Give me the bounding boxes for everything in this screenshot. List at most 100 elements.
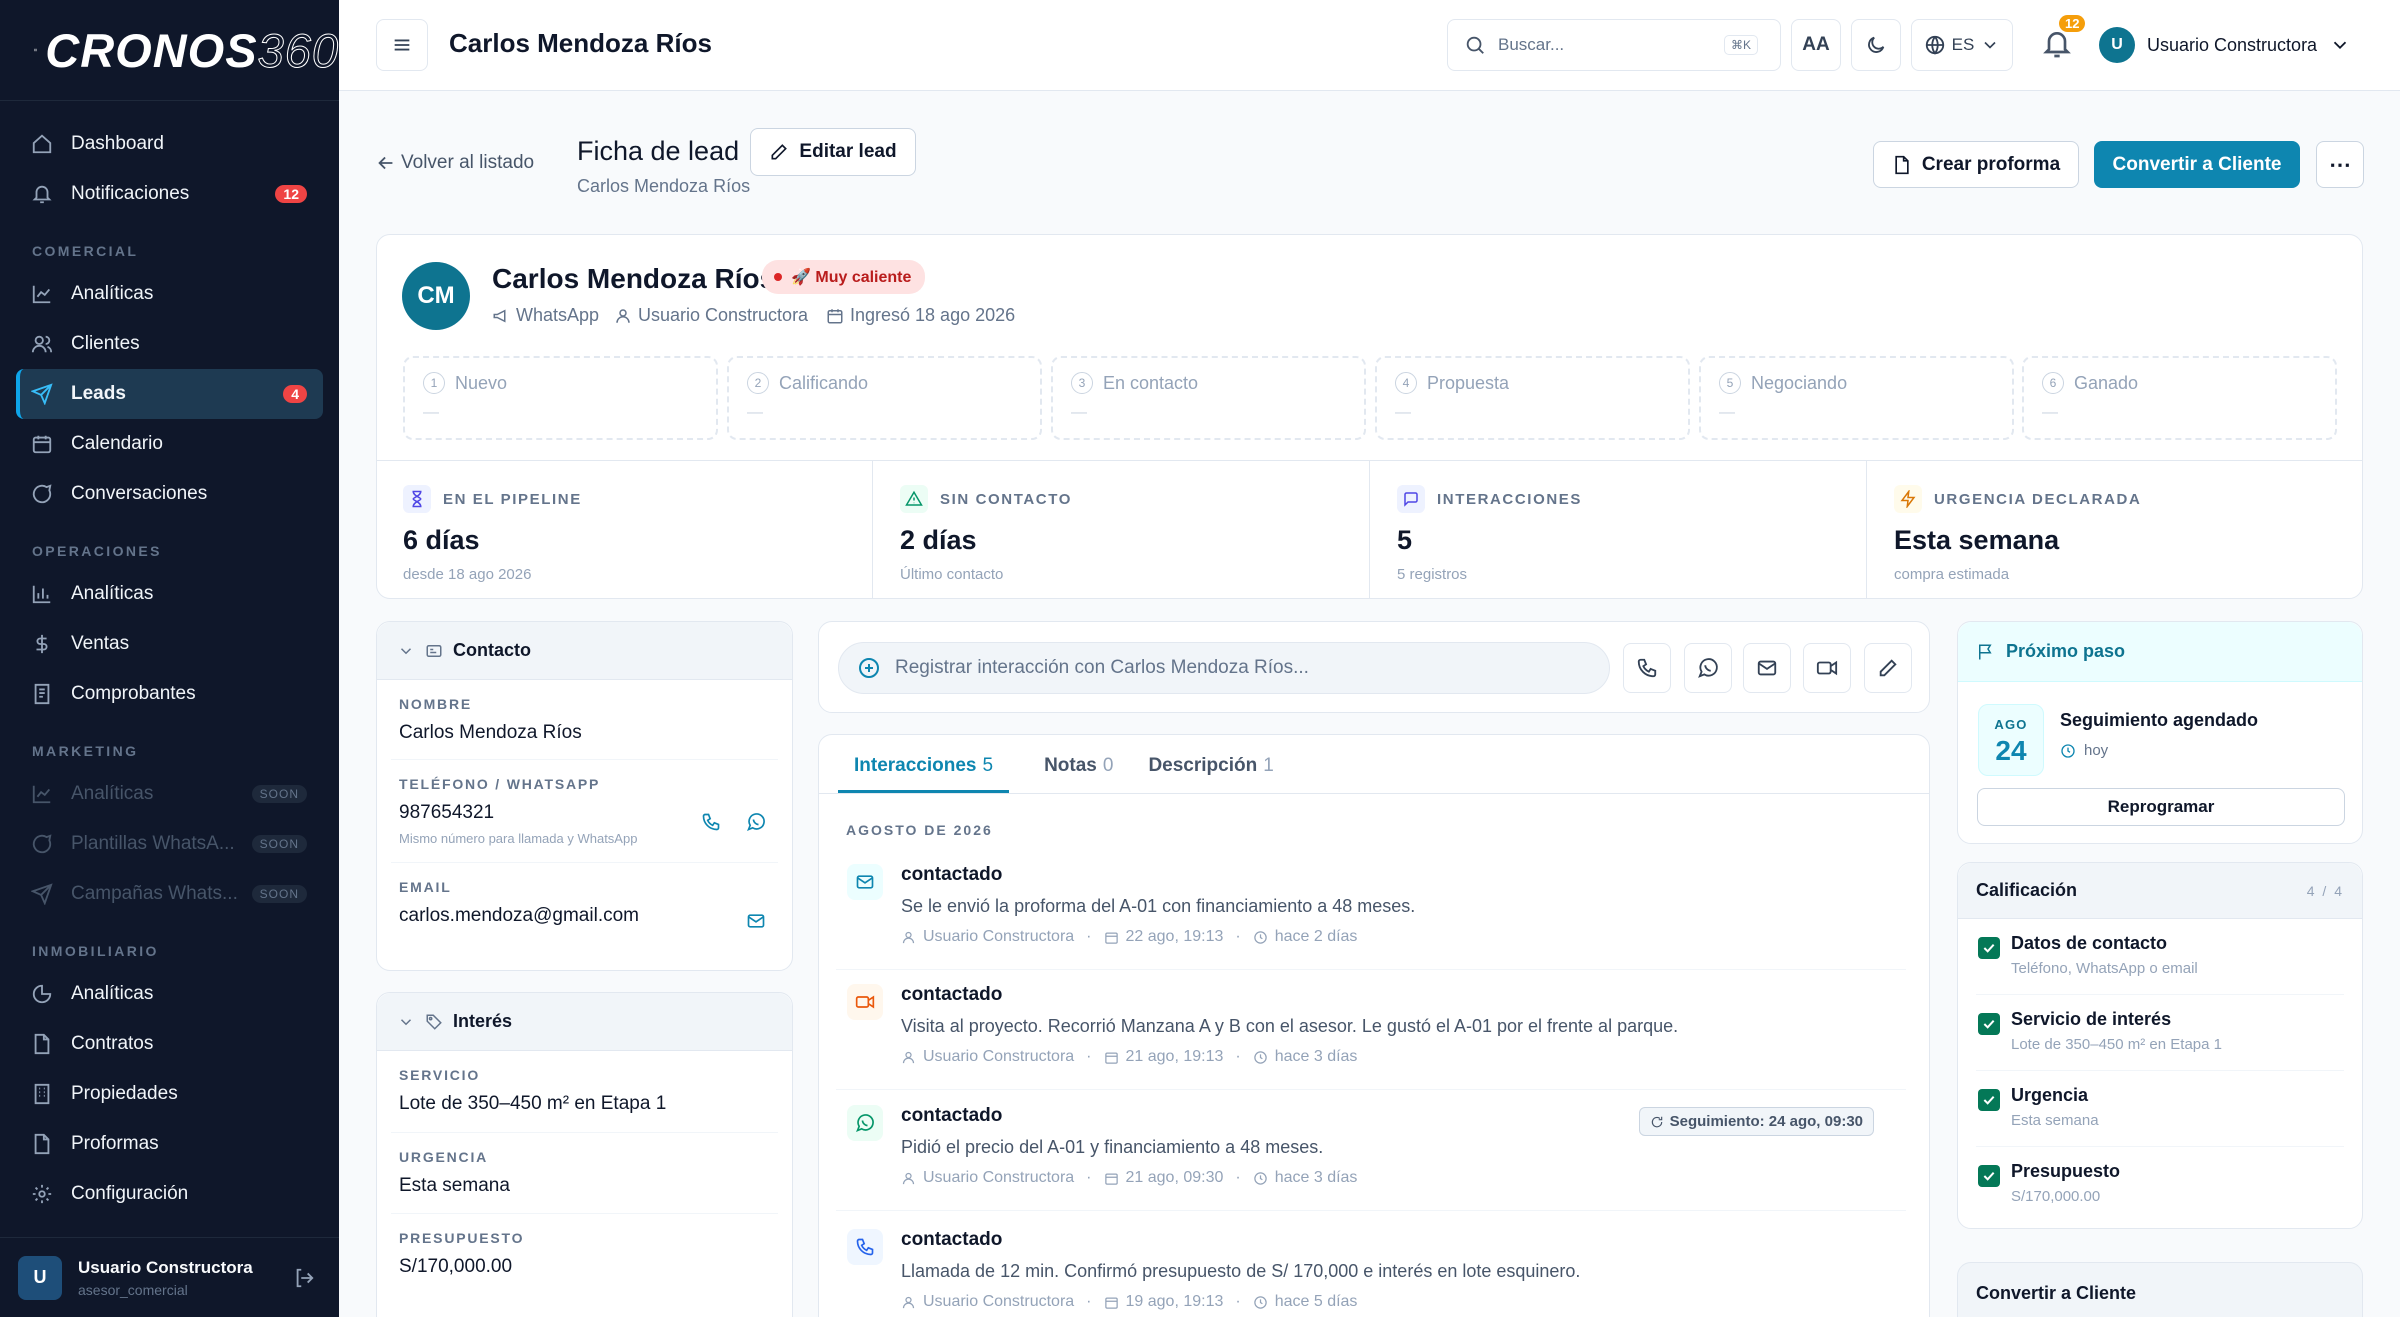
tab-notas[interactable]: Notas 0 <box>1044 741 1113 793</box>
stage-number: 1 <box>423 372 445 394</box>
sidebar-item-label: Proformas <box>71 1133 159 1154</box>
sidebar-item-propiedades[interactable]: Propiedades <box>16 1069 323 1119</box>
stage-ganado[interactable]: 6 Ganado — <box>2022 356 2337 440</box>
next-step-when: hoy <box>2060 742 2108 759</box>
stage-nuevo[interactable]: 1 Nuevo — <box>403 356 718 440</box>
interaction-item[interactable]: contactado Seguimiento: 24 ago, 09:30 Pi… <box>836 1105 1906 1211</box>
stage-value: — <box>1395 404 1411 421</box>
clock-icon <box>1253 1295 1267 1309</box>
back-to-list-link[interactable]: Volver al listado <box>375 152 534 174</box>
stat-label: SIN CONTACTO <box>940 490 1072 508</box>
refresh-icon <box>1651 1116 1662 1127</box>
interaction-date: 19 ago, 19:13 <box>1125 1293 1224 1310</box>
checkbox-checked[interactable] <box>1978 1013 2000 1035</box>
language-select[interactable]: ES <box>1911 19 2013 71</box>
user-menu[interactable]: U Usuario Constructora <box>2099 27 2351 63</box>
whatsapp-icon[interactable] <box>746 812 766 832</box>
stage-number: 6 <box>2042 372 2064 394</box>
stage-en-contacto[interactable]: 3 En contacto — <box>1051 356 1366 440</box>
checkbox-checked[interactable] <box>1978 1089 2000 1111</box>
contact-section-header[interactable]: Contacto <box>377 622 792 680</box>
sidebar-item-configuracion[interactable]: Configuración <box>16 1169 323 1219</box>
brand-logo[interactable]: CRONOS360 <box>0 0 339 101</box>
logout-icon[interactable] <box>293 1267 315 1289</box>
create-proforma-button[interactable]: Crear proforma <box>1873 141 2079 188</box>
nav-section-operaciones: OPERACIONES <box>32 543 162 559</box>
interest-card: Interés SERVICIO Lote de 350–450 m² en E… <box>376 992 793 1317</box>
search-input[interactable]: Buscar... ⌘K <box>1447 19 1781 71</box>
pencil-icon <box>1879 659 1897 677</box>
interaction-item[interactable]: contactado Visita al proyecto. Recorrió … <box>836 984 1906 1090</box>
tab-descripcion[interactable]: Descripción 1 <box>1148 741 1273 793</box>
sidebar-user[interactable]: U Usuario Constructora asesor_comercial <box>0 1237 339 1317</box>
qualification-item-sub: S/170,000.00 <box>2011 1188 2101 1205</box>
qualification-item: Urgencia Esta semana <box>1976 1071 2344 1147</box>
temperature-badge: 🚀 Muy caliente <box>762 260 926 294</box>
stage-calificando[interactable]: 2 Calificando — <box>727 356 1042 440</box>
next-step-card: Próximo paso AGO 24 Seguimiento agendado… <box>1957 621 2363 844</box>
sidebar-item-analiticas-operaciones[interactable]: Analíticas <box>16 569 323 619</box>
nav-section-comercial: COMERCIAL <box>32 243 139 259</box>
sidebar-item-clientes[interactable]: Clientes <box>16 319 323 369</box>
sidebar-item-conversaciones[interactable]: Conversaciones <box>16 469 323 519</box>
notifications-bell-icon[interactable] <box>2041 28 2073 60</box>
interaction-title: contactado <box>901 984 1003 1005</box>
sidebar-item-label: Calendario <box>71 433 163 454</box>
interaction-meta: Usuario Constructora · 21 ago, 09:30 · h… <box>901 1169 1357 1187</box>
field-value: Carlos Mendoza Ríos <box>399 722 582 743</box>
page-title: Ficha de lead <box>577 136 740 166</box>
sidebar-item-notificaciones[interactable]: Notificaciones 12 <box>16 169 323 219</box>
user-name: Usuario Constructora <box>78 1257 253 1277</box>
interaction-item[interactable]: contactado Se le envió la proforma del A… <box>836 864 1906 970</box>
mail-icon[interactable] <box>746 911 766 931</box>
sidebar-item-dashboard[interactable]: Dashboard <box>16 119 323 169</box>
chevron-down-icon <box>400 647 412 654</box>
log-call-button[interactable] <box>1623 643 1671 693</box>
interaction-ago: hace 3 días <box>1274 1169 1358 1186</box>
interest-section-header[interactable]: Interés <box>377 993 792 1051</box>
menu-toggle-button[interactable] <box>376 19 428 71</box>
register-interaction-input[interactable]: Registrar interacción con Carlos Mendoza… <box>838 642 1610 694</box>
checkbox-checked[interactable] <box>1978 937 2000 959</box>
qualification-item: Datos de contacto Teléfono, WhatsApp o e… <box>1976 919 2344 995</box>
tab-interacciones[interactable]: Interacciones 5 <box>838 741 1010 793</box>
sidebar-item-calendario[interactable]: Calendario <box>16 419 323 469</box>
sidebar-item-comprobantes[interactable]: Comprobantes <box>16 669 323 719</box>
phone-icon[interactable] <box>701 812 721 832</box>
contact-email-field: EMAIL carlos.mendoza@gmail.com <box>391 863 778 943</box>
warning-icon <box>900 485 928 513</box>
reschedule-button[interactable]: Reprogramar <box>1977 788 2345 826</box>
user-icon <box>616 308 630 323</box>
sidebar-item-ventas[interactable]: Ventas <box>16 619 323 669</box>
stage-propuesta[interactable]: 4 Propuesta — <box>1375 356 1690 440</box>
log-video-button[interactable] <box>1803 643 1851 693</box>
create-proforma-label: Crear proforma <box>1921 153 2061 175</box>
log-whatsapp-button[interactable] <box>1684 643 1732 693</box>
font-size-button[interactable]: AA <box>1791 19 1841 71</box>
interaction-item[interactable]: contactado Llamada de 12 min. Confirmó p… <box>836 1229 1906 1317</box>
sidebar-item-proformas[interactable]: Proformas <box>16 1119 323 1169</box>
interaction-user: Usuario Constructora <box>923 928 1075 945</box>
sidebar: CRONOS360 Dashboard Notificaciones 12 CO… <box>0 0 339 1317</box>
interaction-title: contactado <box>901 1229 1003 1250</box>
sidebar-item-analiticas-comercial[interactable]: Analíticas <box>16 269 323 319</box>
stage-number: 4 <box>1395 372 1417 394</box>
next-step-date: AGO 24 <box>1978 704 2044 776</box>
log-note-button[interactable] <box>1864 643 1912 693</box>
sidebar-item-contratos[interactable]: Contratos <box>16 1019 323 1069</box>
more-options-button[interactable]: ⋯ <box>2316 141 2364 188</box>
sidebar-item-leads[interactable]: Leads 4 <box>16 369 323 419</box>
edit-lead-button[interactable]: Editar lead <box>750 128 916 176</box>
contact-card: Contacto NOMBRE Carlos Mendoza Ríos TELÉ… <box>376 621 793 971</box>
tabs-divider <box>819 793 1929 794</box>
sidebar-item-analiticas-inmobiliario[interactable]: Analíticas <box>16 969 323 1019</box>
clock-icon <box>1253 1171 1267 1185</box>
stage-negociando[interactable]: 5 Negociando — <box>1699 356 2014 440</box>
convert-client-card[interactable]: Convertir a Cliente <box>1957 1262 2363 1317</box>
calendar-icon <box>827 308 843 323</box>
log-email-button[interactable] <box>1743 643 1791 693</box>
theme-toggle-button[interactable] <box>1851 19 1901 71</box>
checkbox-checked[interactable] <box>1978 1165 2000 1187</box>
interaction-date: 22 ago, 19:13 <box>1125 928 1224 945</box>
convert-to-client-button[interactable]: Convertir a Cliente <box>2094 141 2300 188</box>
